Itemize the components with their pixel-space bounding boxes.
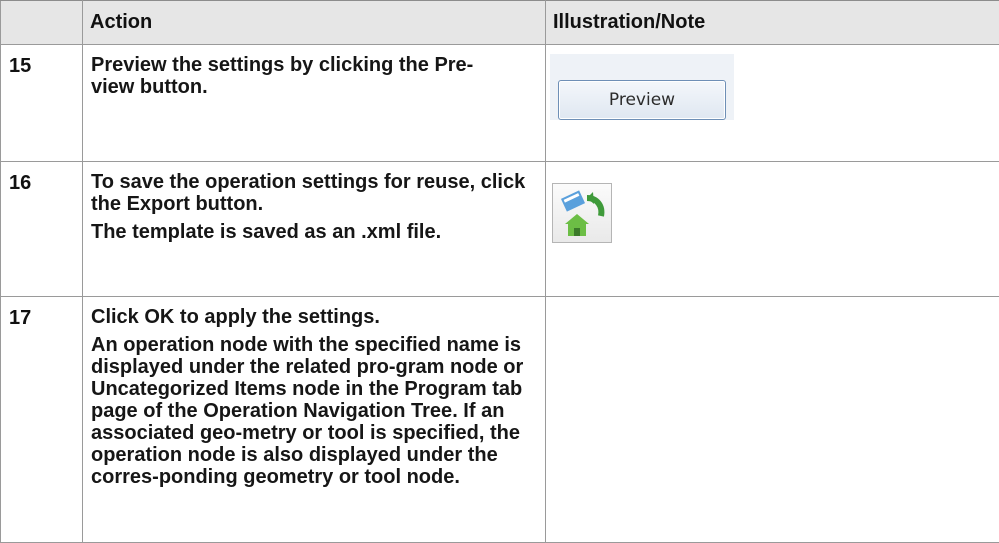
action-cell: Click OK to apply the settings. An opera… bbox=[83, 297, 546, 543]
action-text: Preview the settings by clicking the Pre… bbox=[91, 54, 537, 98]
illustration-cell bbox=[546, 162, 999, 297]
preview-button[interactable]: Preview bbox=[558, 80, 726, 120]
table-row: 17 Click OK to apply the settings. An op… bbox=[1, 297, 999, 543]
action-cell: Preview the settings by clicking the Pre… bbox=[83, 45, 546, 162]
table-row: 16 To save the operation settings for re… bbox=[1, 162, 999, 297]
step-number: 15 bbox=[1, 45, 83, 162]
header-illustration: Illustration/Note bbox=[546, 1, 999, 45]
step-number: 17 bbox=[1, 297, 83, 543]
action-note: An operation node with the specified nam… bbox=[91, 334, 537, 488]
export-button[interactable] bbox=[552, 183, 612, 243]
export-icon bbox=[553, 184, 611, 242]
header-row: Action Illustration/Note bbox=[1, 1, 999, 45]
step-number: 16 bbox=[1, 162, 83, 297]
action-note: The template is saved as an .xml file. bbox=[91, 221, 537, 243]
preview-illustration: Preview bbox=[550, 54, 734, 120]
table-row: 15 Preview the settings by clicking the … bbox=[1, 45, 999, 162]
header-step bbox=[1, 1, 83, 45]
steps-table: Action Illustration/Note 15 Preview the … bbox=[0, 0, 999, 543]
action-text: Click OK to apply the settings. bbox=[91, 306, 537, 328]
action-text: To save the operation settings for reuse… bbox=[91, 171, 537, 215]
illustration-cell bbox=[546, 297, 999, 543]
header-action: Action bbox=[83, 1, 546, 45]
illustration-cell: Preview bbox=[546, 45, 999, 162]
action-cell: To save the operation settings for reuse… bbox=[83, 162, 546, 297]
